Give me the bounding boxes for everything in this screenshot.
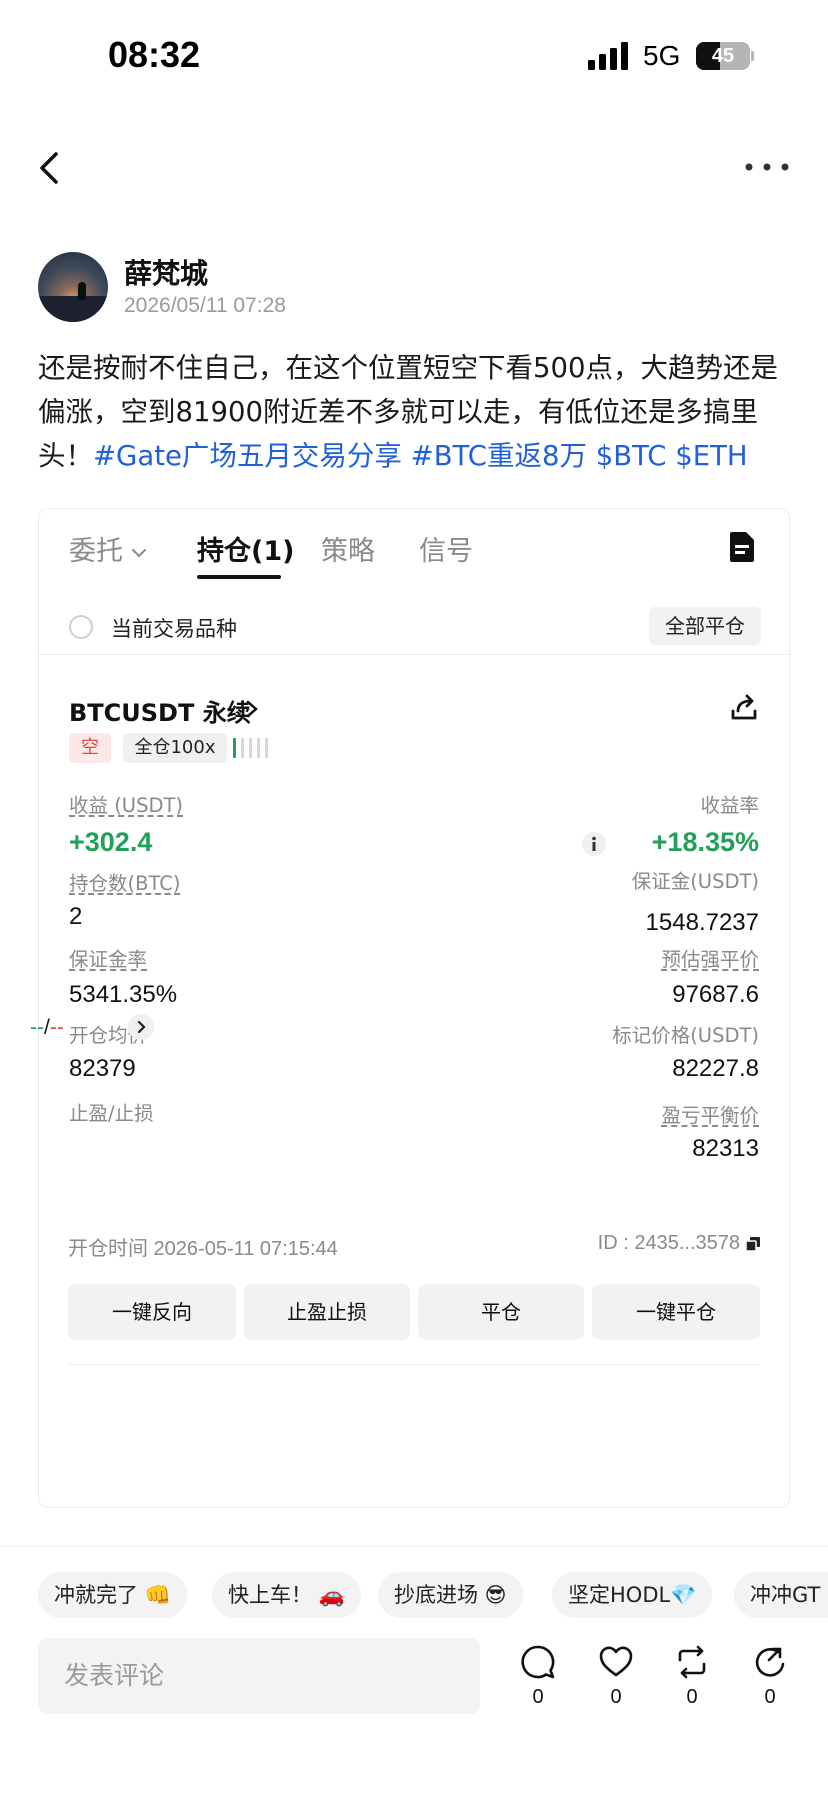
roi-label: 收益率 xyxy=(700,794,759,817)
comment-icon[interactable] xyxy=(520,1644,556,1680)
close-position-button[interactable]: 平仓 xyxy=(418,1284,584,1340)
current-symbol-label: 当前交易品种 xyxy=(111,617,237,641)
quick-reply-chip[interactable]: 抄底进场 😎 xyxy=(378,1572,523,1618)
divider xyxy=(68,1364,760,1365)
repost-icon[interactable] xyxy=(674,1644,710,1680)
tab-positions[interactable]: 持仓(1) xyxy=(197,529,294,568)
tab-strategy[interactable]: 策略 xyxy=(321,529,375,568)
avatar[interactable] xyxy=(38,252,108,322)
status-bar: 08:32 5G 45 xyxy=(0,0,828,110)
side-badge: 空 xyxy=(69,733,111,763)
share-count: 0 xyxy=(764,1686,776,1708)
pnl-label[interactable]: 收益 (USDT) xyxy=(69,789,183,818)
breakeven-value: 82313 xyxy=(692,1135,759,1162)
open-time: 开仓时间 2026-05-11 07:15:44 xyxy=(68,1238,338,1260)
size-value: 2 xyxy=(69,903,83,930)
divider xyxy=(0,1546,828,1547)
share-icon[interactable] xyxy=(752,1644,788,1680)
like-icon[interactable] xyxy=(598,1644,634,1680)
margin-ratio-value: 5341.35% xyxy=(69,981,178,1008)
like-count: 0 xyxy=(610,1686,622,1708)
quick-reply-chip[interactable]: 冲冲GT xyxy=(734,1572,828,1618)
pnl-value: +302.4 xyxy=(69,827,153,857)
comment-input[interactable]: 发表评论 xyxy=(38,1638,480,1714)
active-tab-indicator xyxy=(197,575,281,579)
battery-icon: 45 xyxy=(696,42,754,70)
order-id[interactable]: ID : 2435...3578 xyxy=(598,1232,760,1255)
hashtag-gate[interactable]: #Gate广场五月交易分享 xyxy=(93,440,402,472)
cellular-signal-icon xyxy=(588,42,628,70)
risk-level-icon xyxy=(233,735,269,761)
chevron-right-icon[interactable] xyxy=(245,699,259,719)
quick-reply-chip[interactable]: 坚定HODL💎 xyxy=(552,1572,713,1618)
post-time: 2026/05/11 07:28 xyxy=(124,294,286,317)
size-label[interactable]: 持仓数(BTC) xyxy=(69,867,180,896)
cashtag-eth[interactable]: $ETH xyxy=(675,440,747,472)
mark-price-label: 标记价格(USDT) xyxy=(612,1024,759,1047)
order-id-text: ID : 2435...3578 xyxy=(597,1232,740,1254)
position-card: 委托 持仓(1) 策略 信号 当前交易品种 全部平仓 BTCUSDT 永续 空 … xyxy=(38,508,791,1508)
mark-price-value: 82227.8 xyxy=(672,1055,759,1082)
margin-label: 保证金(USDT) xyxy=(631,870,759,893)
reverse-position-button[interactable]: 一键反向 xyxy=(68,1284,236,1340)
order-history-icon[interactable] xyxy=(729,531,755,563)
status-time: 08:32 xyxy=(108,34,201,75)
filter-row: 当前交易品种 全部平仓 xyxy=(39,599,791,655)
tpsl-button[interactable]: 止盈止损 xyxy=(244,1284,410,1340)
liq-price-label[interactable]: 预估强平价 xyxy=(661,943,759,972)
roi-value: +18.35% xyxy=(651,827,759,857)
margin-ratio-label[interactable]: 保证金率 xyxy=(69,943,147,972)
post-text: 还是按耐不住自己，在这个位置短空下看500点，大趋势还是偏涨，空到81900附近… xyxy=(38,346,798,478)
sl-value: -- xyxy=(49,1016,64,1039)
hashtag-btc[interactable]: #BTC重返8万 xyxy=(411,440,587,472)
share-icon[interactable] xyxy=(729,693,759,723)
tpsl-label: 止盈/止损 xyxy=(69,1102,154,1125)
tab-bar: 委托 持仓(1) 策略 信号 xyxy=(39,509,791,579)
divider xyxy=(39,654,791,655)
quick-reply-chip[interactable]: 快上车！ 🚗 xyxy=(212,1572,361,1618)
author-name[interactable]: 薛梵城 xyxy=(124,252,208,292)
cashtag-btc[interactable]: $BTC xyxy=(596,440,667,472)
tp-value: -- xyxy=(30,1016,44,1039)
copy-icon[interactable] xyxy=(746,1236,760,1251)
tab-orders[interactable]: 委托 xyxy=(69,529,147,568)
liq-price-value: 97687.6 xyxy=(672,981,759,1008)
pair-title[interactable]: BTCUSDT 永续 xyxy=(69,693,251,728)
chevron-down-icon xyxy=(132,548,146,557)
chevron-right-icon[interactable] xyxy=(128,1014,154,1040)
leverage-badge[interactable]: 全仓100x xyxy=(123,733,227,763)
entry-price-value: 82379 xyxy=(69,1055,136,1082)
tpsl-value[interactable]: --/-- xyxy=(30,1016,64,1040)
current-symbol-radio[interactable] xyxy=(69,615,93,639)
network-type: 5G xyxy=(643,40,681,71)
market-close-button[interactable]: 一键平仓 xyxy=(592,1284,760,1340)
margin-value: 1548.7237 xyxy=(645,909,759,936)
tab-signals[interactable]: 信号 xyxy=(419,529,473,568)
close-all-button[interactable]: 全部平仓 xyxy=(649,607,761,645)
repost-count: 0 xyxy=(686,1686,698,1708)
battery-level: 45 xyxy=(711,45,735,67)
more-icon[interactable] xyxy=(744,152,790,182)
comment-count: 0 xyxy=(532,1686,544,1708)
breakeven-label[interactable]: 盈亏平衡价 xyxy=(661,1099,759,1128)
back-icon[interactable] xyxy=(34,148,68,188)
info-icon[interactable] xyxy=(582,832,606,856)
quick-reply-chip[interactable]: 冲就完了 👊 xyxy=(38,1572,187,1618)
